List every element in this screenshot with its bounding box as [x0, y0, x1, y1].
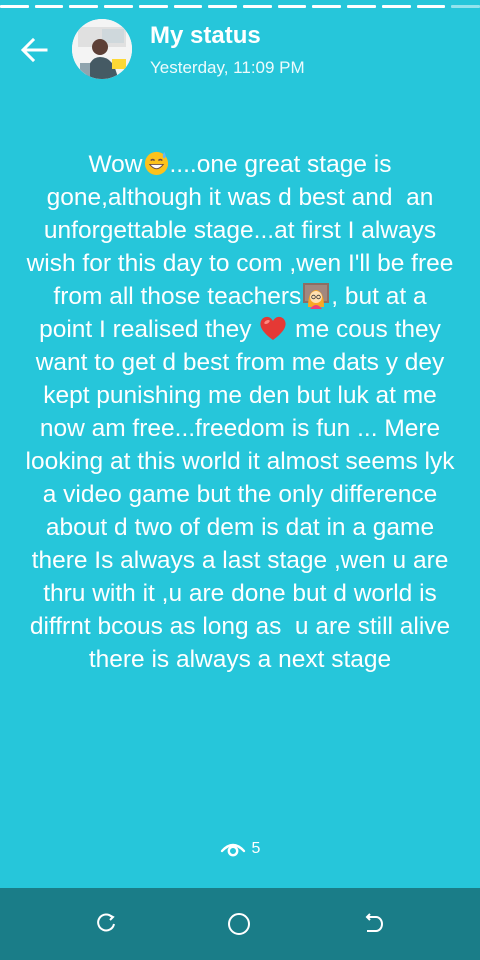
arrow-left-icon: [20, 37, 48, 63]
nav-back-button[interactable]: [353, 904, 393, 944]
status-progress-bar: [0, 5, 480, 9]
view-count: 5: [251, 840, 261, 857]
back-button[interactable]: [14, 30, 54, 70]
status-header: My status Yesterday, 11:09 PM: [0, 18, 480, 82]
status-text-part-1: Wow: [88, 151, 143, 178]
progress-segment: [243, 5, 272, 8]
status-text: Wow ....one great stage is gone,although …: [24, 148, 456, 676]
back-icon: [365, 913, 383, 932]
red-heart-emoji: [260, 316, 286, 340]
recents-icon: [97, 913, 115, 932]
progress-segment: [312, 5, 342, 8]
avatar[interactable]: [72, 19, 132, 79]
progress-segment: [0, 5, 29, 8]
progress-segment: [138, 5, 168, 8]
status-timestamp: Yesterday, 11:09 PM: [150, 58, 305, 77]
status-text-part-4: me cous they want to get d best from me …: [25, 316, 462, 673]
nav-recents-button[interactable]: [86, 904, 126, 944]
progress-segment: [208, 5, 238, 8]
progress-segment: [173, 5, 203, 8]
progress-segment: [451, 5, 480, 8]
eye-icon: [220, 843, 245, 857]
grinning-sweat-emoji: [144, 151, 168, 176]
progress-segment: [104, 5, 133, 8]
nav-home-button[interactable]: [219, 904, 259, 944]
progress-segment: [416, 5, 446, 8]
progress-segment: [34, 5, 64, 8]
views-indicator[interactable]: 5: [0, 840, 480, 858]
teacher-emoji: [303, 282, 330, 309]
progress-segment: [69, 5, 99, 8]
navigation-bar: [0, 888, 480, 960]
progress-segment: [277, 5, 307, 8]
home-circle-icon: [228, 913, 250, 935]
status-title: My status: [150, 22, 261, 49]
progress-segment: [381, 5, 411, 8]
progress-segment: [347, 5, 376, 8]
